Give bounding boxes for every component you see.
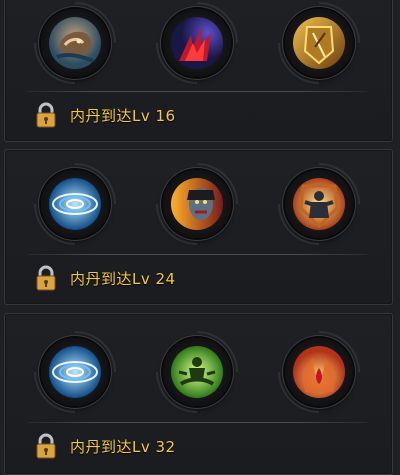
red-claw-skill-icon[interactable] <box>163 9 231 77</box>
unlock-requirement-text: 内丹到达Lv 32 <box>70 437 176 456</box>
green-meditation-skill-icon[interactable] <box>163 338 231 406</box>
unlock-requirement-text: 内丹到达Lv 16 <box>70 106 176 125</box>
lock-icon <box>36 433 56 459</box>
lock-icon <box>36 102 56 128</box>
blue-vortex-skill-icon[interactable] <box>41 170 109 238</box>
unlock-requirement-text: 内丹到达Lv 24 <box>70 269 176 288</box>
skill-tier-panel-3: 内丹到达Lv 32 <box>4 313 393 475</box>
flame-hands-skill-icon[interactable] <box>285 338 353 406</box>
armored-guardian-skill-icon[interactable] <box>285 170 353 238</box>
skill-tier-panel-2: 内丹到达Lv 24 <box>4 149 393 305</box>
blue-vortex-skill-icon[interactable] <box>41 338 109 406</box>
demon-face-skill-icon[interactable] <box>163 170 231 238</box>
lock-icon <box>36 265 56 291</box>
skill-tier-panel-1: 内丹到达Lv 16 <box>4 0 393 142</box>
golden-shield-skill-icon[interactable] <box>285 9 353 77</box>
beast-skull-skill-icon[interactable] <box>41 9 109 77</box>
